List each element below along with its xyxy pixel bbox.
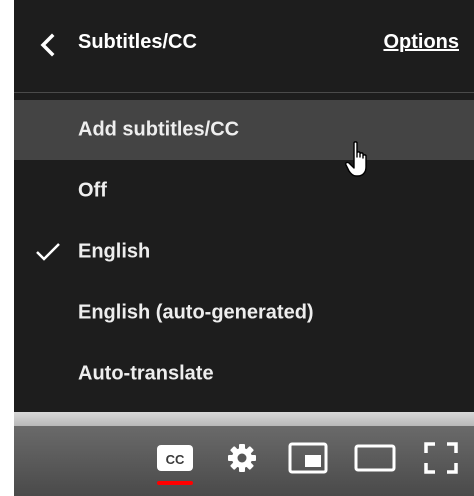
menu-item-label: Add subtitles/CC (78, 118, 240, 141)
settings-button[interactable] (226, 442, 258, 479)
menu-item-label: Off (78, 179, 107, 202)
cc-active-indicator (157, 481, 193, 485)
settings-gear-icon (228, 444, 256, 472)
fullscreen-icon (424, 442, 458, 474)
menu-item-label: English (78, 240, 151, 263)
menu-item-label: English (auto-generated) (78, 301, 314, 324)
options-link[interactable]: Options (383, 31, 459, 54)
back-button[interactable] (36, 30, 60, 60)
menu-item-label: Auto-translate (78, 362, 214, 385)
theater-mode-button[interactable] (354, 444, 396, 477)
cc-button[interactable]: CC (156, 444, 194, 477)
svg-text:CC: CC (166, 452, 185, 467)
video-player: Subtitles/CC Options Add subtitles/CC Of… (14, 0, 474, 496)
cc-icon: CC (157, 445, 193, 471)
menu-item-add-subtitles[interactable]: Add subtitles/CC (14, 100, 474, 160)
menu-item-off[interactable]: Off (14, 161, 474, 221)
menu-title: Subtitles/CC (78, 31, 197, 53)
menu-item-english[interactable]: English (14, 222, 474, 282)
menu-header: Subtitles/CC Options (14, 0, 474, 93)
miniplayer-icon (288, 442, 328, 474)
fullscreen-button[interactable] (424, 442, 458, 479)
progress-bar-area[interactable] (14, 412, 474, 426)
menu-item-english-auto-generated[interactable]: English (auto-generated) (14, 283, 474, 343)
hand-pointer-cursor-icon (345, 141, 367, 177)
chevron-left-icon (40, 33, 55, 57)
miniplayer-button[interactable] (288, 442, 328, 479)
subtitles-menu: Subtitles/CC Options Add subtitles/CC Of… (14, 0, 474, 412)
theater-mode-icon (354, 444, 396, 472)
player-controls: CC (14, 426, 474, 496)
menu-item-auto-translate[interactable]: Auto-translate (14, 344, 474, 404)
checkmark-icon (36, 243, 60, 261)
